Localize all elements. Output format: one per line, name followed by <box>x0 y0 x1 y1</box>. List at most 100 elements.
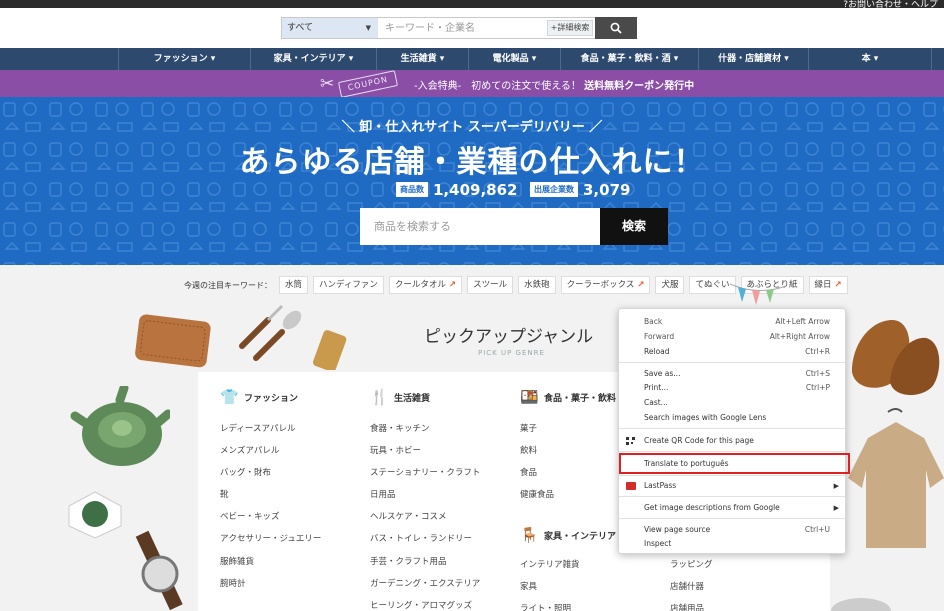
genre-title: 生活雑貨 <box>394 393 431 404</box>
submenu-arrow-icon: ▶ <box>833 504 839 512</box>
genre-link[interactable]: 手芸・クラフト用品 <box>370 555 447 567</box>
detail-search-button[interactable]: +詳細検索 <box>547 20 593 36</box>
genre-title: 食品・菓子・飲料 <box>544 393 617 404</box>
keyword-chip[interactable]: クーラーボックス ↗ <box>560 276 651 294</box>
header-search: すべて ▼ +詳細検索 <box>281 17 637 39</box>
genre-link[interactable]: ベビー・キッズ <box>220 510 280 522</box>
genre-link[interactable]: ラッピング <box>670 558 713 570</box>
genre-link[interactable]: メンズアパレル <box>220 444 279 456</box>
wallet-image <box>135 314 211 368</box>
keywords-label: 今週の注目キーワード： <box>184 280 272 290</box>
submenu-arrow-icon: ▶ <box>833 482 839 490</box>
category-nav: ファッション ▾ 家具・インテリア ▾ 生活雑貨 ▾ 電化製品 ▾ 食品・菓子・… <box>0 48 944 70</box>
category-select[interactable]: すべて ▼ <box>282 18 378 38</box>
menu-item-forward[interactable]: Forward Alt+Right Arrow <box>619 330 845 344</box>
pickup-subtitle: PICK UP GENRE <box>478 349 545 357</box>
genre-heading[interactable]: 🍴 生活雑貨 <box>370 388 430 406</box>
keyword-chip[interactable]: 水筒 <box>279 276 309 294</box>
keyword-text: クーラーボックス <box>566 280 635 290</box>
wristwatch-image <box>135 530 183 611</box>
coupon-banner[interactable]: ✂ COUPON -入会特典- 初めての注文で使える！ 送料無料クーポン発行中 <box>0 70 944 98</box>
genre-link[interactable]: ヘルスケア・コスメ <box>370 510 447 522</box>
menu-item-view-source[interactable]: View page source Ctrl+U <box>619 523 845 537</box>
nav-item-electronics[interactable]: 電化製品 ▾ <box>468 48 560 70</box>
search-button[interactable] <box>595 17 637 39</box>
hero-search-button[interactable]: 検索 <box>600 208 668 245</box>
genre-heading[interactable]: 👕 ファッション <box>220 388 298 406</box>
menu-item-qr-code[interactable]: Create QR Code for this page <box>619 434 845 448</box>
keyword-text: 水鉄砲 <box>524 280 550 290</box>
vendor-count: 出展企業数 3,079 <box>530 181 630 199</box>
genre-link[interactable]: 健康食品 <box>520 488 554 500</box>
product-count-value: 1,409,862 <box>433 181 518 199</box>
menu-label: LastPass <box>644 481 677 490</box>
keyword-chip[interactable]: クールタオル ↗ <box>388 276 463 294</box>
menu-separator <box>619 428 845 429</box>
genre-link[interactable]: 店舗什器 <box>670 580 704 592</box>
nav-item-daily[interactable]: 生活雑貨 ▾ <box>376 48 468 70</box>
genre-link[interactable]: 店舗用品 <box>670 602 704 611</box>
menu-item-save-as[interactable]: Save as... Ctrl+S <box>619 367 845 381</box>
hero-title: あらゆる店舗・業種の仕入れに！ <box>239 145 705 180</box>
genre-link[interactable]: インテリア雑貨 <box>520 558 580 570</box>
genre-link[interactable]: 食品 <box>520 466 537 478</box>
menu-item-search-images[interactable]: Search images with Google Lens <box>619 411 845 425</box>
hero-section: ＼ 卸・仕入れサイト スーパーデリバリー ／ あらゆる店舗・業種の仕入れに！ 商… <box>0 97 944 265</box>
nav-item-food[interactable]: 食品・菓子・飲料・酒 ▾ <box>560 48 698 70</box>
menu-item-inspect[interactable]: Inspect <box>619 537 845 551</box>
genre-link[interactable]: バッグ・財布 <box>220 466 271 478</box>
genre-link[interactable]: 食器・キッチン <box>370 422 430 434</box>
nav-item-fixtures[interactable]: 什器・店舗資材 ▾ <box>698 48 808 70</box>
menu-shortcut: Ctrl+S <box>805 369 830 378</box>
plate-image <box>831 598 891 611</box>
nav-item-fashion[interactable]: ファッション ▾ <box>118 48 250 70</box>
keyword-chip[interactable]: 犬服 <box>655 276 685 294</box>
keyword-text: クールタオル <box>394 280 446 290</box>
menu-item-cast[interactable]: Cast... <box>619 396 845 410</box>
genre-link[interactable]: 家具 <box>520 580 537 592</box>
menu-shortcut: Ctrl+R <box>805 347 830 356</box>
keyword-chip[interactable]: スツール <box>467 276 514 294</box>
product-count: 商品数 1,409,862 <box>396 181 517 199</box>
genre-heading[interactable]: 🪑 家具・インテリア <box>520 526 616 544</box>
genre-link[interactable]: 日用品 <box>370 488 396 500</box>
coupon-lead: -入会特典- 初めての注文で使える！ <box>414 81 581 92</box>
nav-item-furniture[interactable]: 家具・インテリア ▾ <box>250 48 376 70</box>
menu-item-print[interactable]: Print... Ctrl+P <box>619 381 845 395</box>
keyword-text: 水筒 <box>285 280 303 290</box>
keyword-input[interactable] <box>379 18 544 38</box>
vendor-count-value: 3,079 <box>583 181 631 199</box>
menu-item-reload[interactable]: Reload Ctrl+R <box>619 345 845 359</box>
nav-item-books[interactable]: 本 ▾ <box>808 48 932 70</box>
hero-search-input[interactable] <box>360 208 600 245</box>
keyword-chip[interactable]: ハンディファン <box>313 276 384 294</box>
coupon-badge: COUPON <box>337 70 399 98</box>
genre-link[interactable]: 飲料 <box>520 444 537 456</box>
keyword-text: てぬぐい <box>695 280 730 290</box>
vendor-count-tag: 出展企業数 <box>530 182 578 197</box>
keyword-chip[interactable]: 縁日 ↗ <box>808 276 848 294</box>
menu-item-lastpass[interactable]: LastPass ▶ <box>619 479 845 493</box>
genre-link[interactable]: ステーショナリー・クラフト <box>370 466 480 478</box>
genre-link[interactable]: アクセサリー・ジュエリー <box>220 532 321 544</box>
genre-link[interactable]: バス・トイレ・ランドリー <box>370 532 472 544</box>
genre-link[interactable]: ヒーリング・アロマグッズ <box>370 599 472 611</box>
chevron-down-icon: ▼ <box>365 24 371 32</box>
genre-link[interactable]: 菓子 <box>520 422 537 434</box>
keyword-text: 犬服 <box>661 280 679 290</box>
genre-link[interactable]: レディースアパレル <box>220 422 295 434</box>
menu-item-image-descriptions[interactable]: Get image descriptions from Google ▶ <box>619 501 845 515</box>
genre-link[interactable]: ガーデニング・エクステリア <box>370 577 480 589</box>
genre-link[interactable]: ライト・照明 <box>520 602 571 611</box>
menu-item-back[interactable]: Back Alt+Left Arrow <box>619 315 845 329</box>
keyword-chip[interactable]: 水鉄砲 <box>518 276 556 294</box>
genre-link[interactable]: 腕時計 <box>220 577 246 589</box>
genre-link[interactable]: 玩具・ホビー <box>370 444 421 456</box>
menu-shortcut: Alt+Right Arrow <box>769 332 830 341</box>
keyword-text: ハンディファン <box>319 280 378 290</box>
genre-link[interactable]: 靴 <box>220 488 229 500</box>
genre-heading[interactable]: 🍱 食品・菓子・飲料 <box>520 388 616 406</box>
menu-item-translate[interactable]: Translate to português <box>619 453 850 474</box>
genre-link[interactable]: 服飾雑貨 <box>220 555 254 567</box>
chair-icon: 🪑 <box>520 526 539 544</box>
